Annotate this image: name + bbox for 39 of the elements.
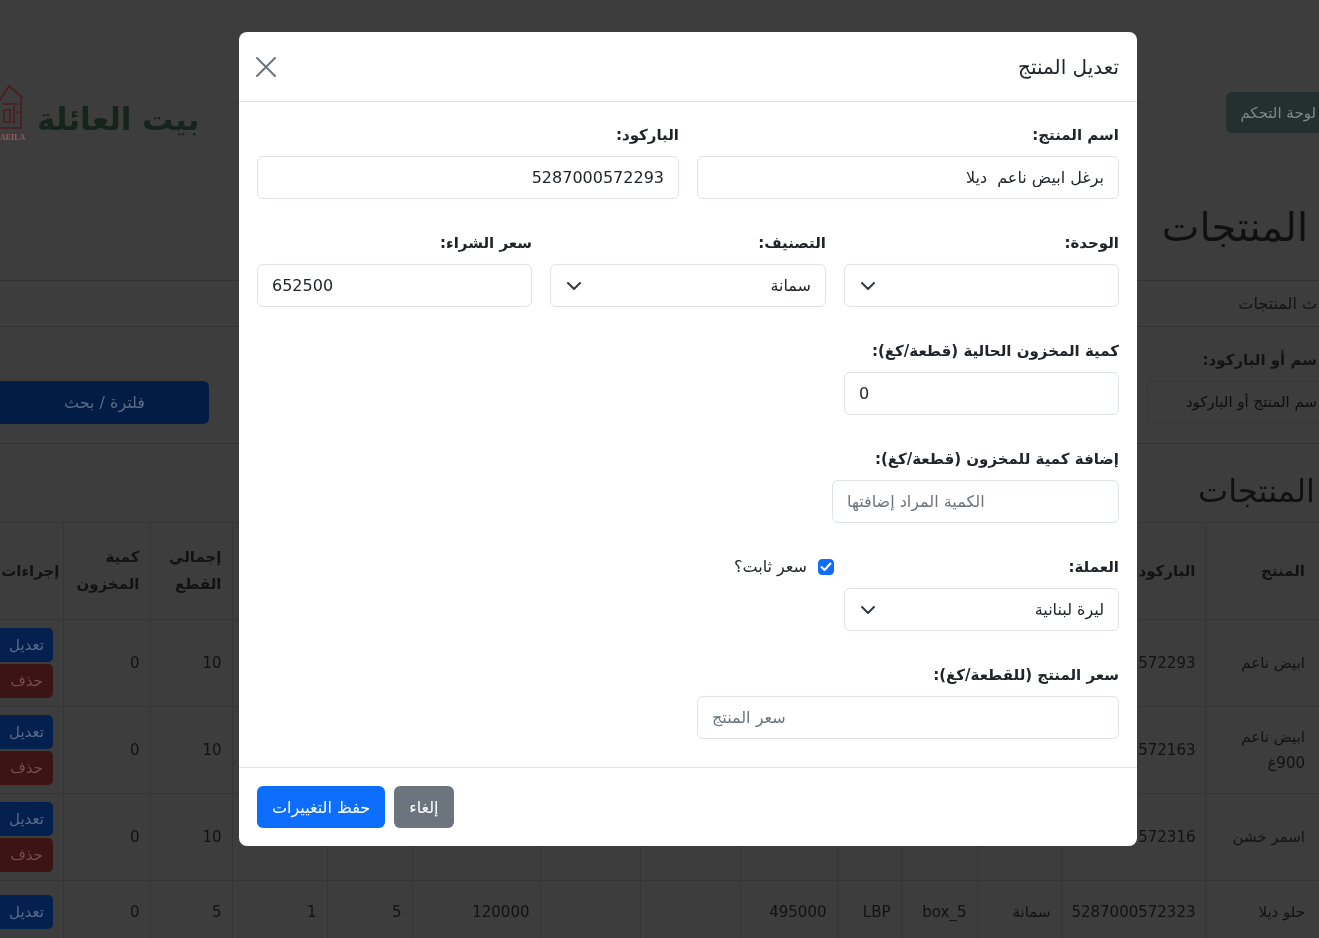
chevron-down-icon [567, 281, 581, 290]
field-label: إضافة كمية للمخزون (قطعة/كغ): [874, 449, 1119, 470]
input-field[interactable]: 0 [844, 372, 1119, 415]
checkbox-label: سعر ثابت؟ [733, 556, 807, 578]
checkbox[interactable] [818, 559, 834, 575]
input-field[interactable]: 5287000572293 [257, 156, 679, 199]
house-logo-icon [0, 84, 24, 130]
chevron-down-icon [861, 605, 875, 614]
input-field[interactable]: برغل ابيض ناعم ديلا [697, 156, 1119, 199]
input-field[interactable]: الكمية المراد إضافتها [832, 480, 1119, 523]
cancel-button[interactable]: إلغاء [394, 786, 454, 828]
select-field[interactable] [844, 264, 1119, 307]
logo-caption: AEILA [0, 133, 26, 142]
field-label: سعر الشراء: [440, 233, 532, 254]
close-icon [256, 56, 276, 77]
select-field[interactable]: ليرة لبنانية [844, 588, 1119, 631]
edit-button[interactable]: تعديل [0, 802, 53, 836]
dashboard-button[interactable]: لوحة التحكم [1226, 92, 1319, 133]
input-field[interactable]: 652500 [257, 264, 532, 307]
save-button[interactable]: حفظ التغييرات [257, 786, 386, 828]
field-label: كمية المخزون الحالية (قطعة/كغ): [872, 341, 1119, 362]
edit-button[interactable]: تعديل [0, 628, 53, 662]
select-field[interactable]: سمانة [550, 264, 826, 307]
delete-button[interactable]: حذف [0, 664, 53, 698]
delete-button[interactable]: حذف [0, 751, 53, 785]
chevron-down-icon [861, 281, 875, 290]
check-icon [820, 562, 832, 572]
field-label: التصنيف: [758, 233, 826, 254]
field-label: سعر المنتج (للقطعة/كغ): [933, 665, 1119, 686]
edit-button[interactable]: تعديل [0, 715, 53, 749]
delete-button[interactable]: حذف [0, 838, 53, 872]
field-label: الوحدة: [1064, 233, 1119, 254]
field-label: الباركود: [616, 125, 679, 146]
filter-button[interactable]: فلترة / بحث [0, 381, 209, 424]
field-label: العملة: [1068, 557, 1119, 578]
dialog-title: تعديل المنتج [1018, 53, 1119, 81]
field-label: اسم المنتج: [1032, 125, 1119, 146]
edit-button[interactable]: تعديل [0, 895, 53, 929]
input-field[interactable]: سعر المنتج [697, 696, 1119, 739]
